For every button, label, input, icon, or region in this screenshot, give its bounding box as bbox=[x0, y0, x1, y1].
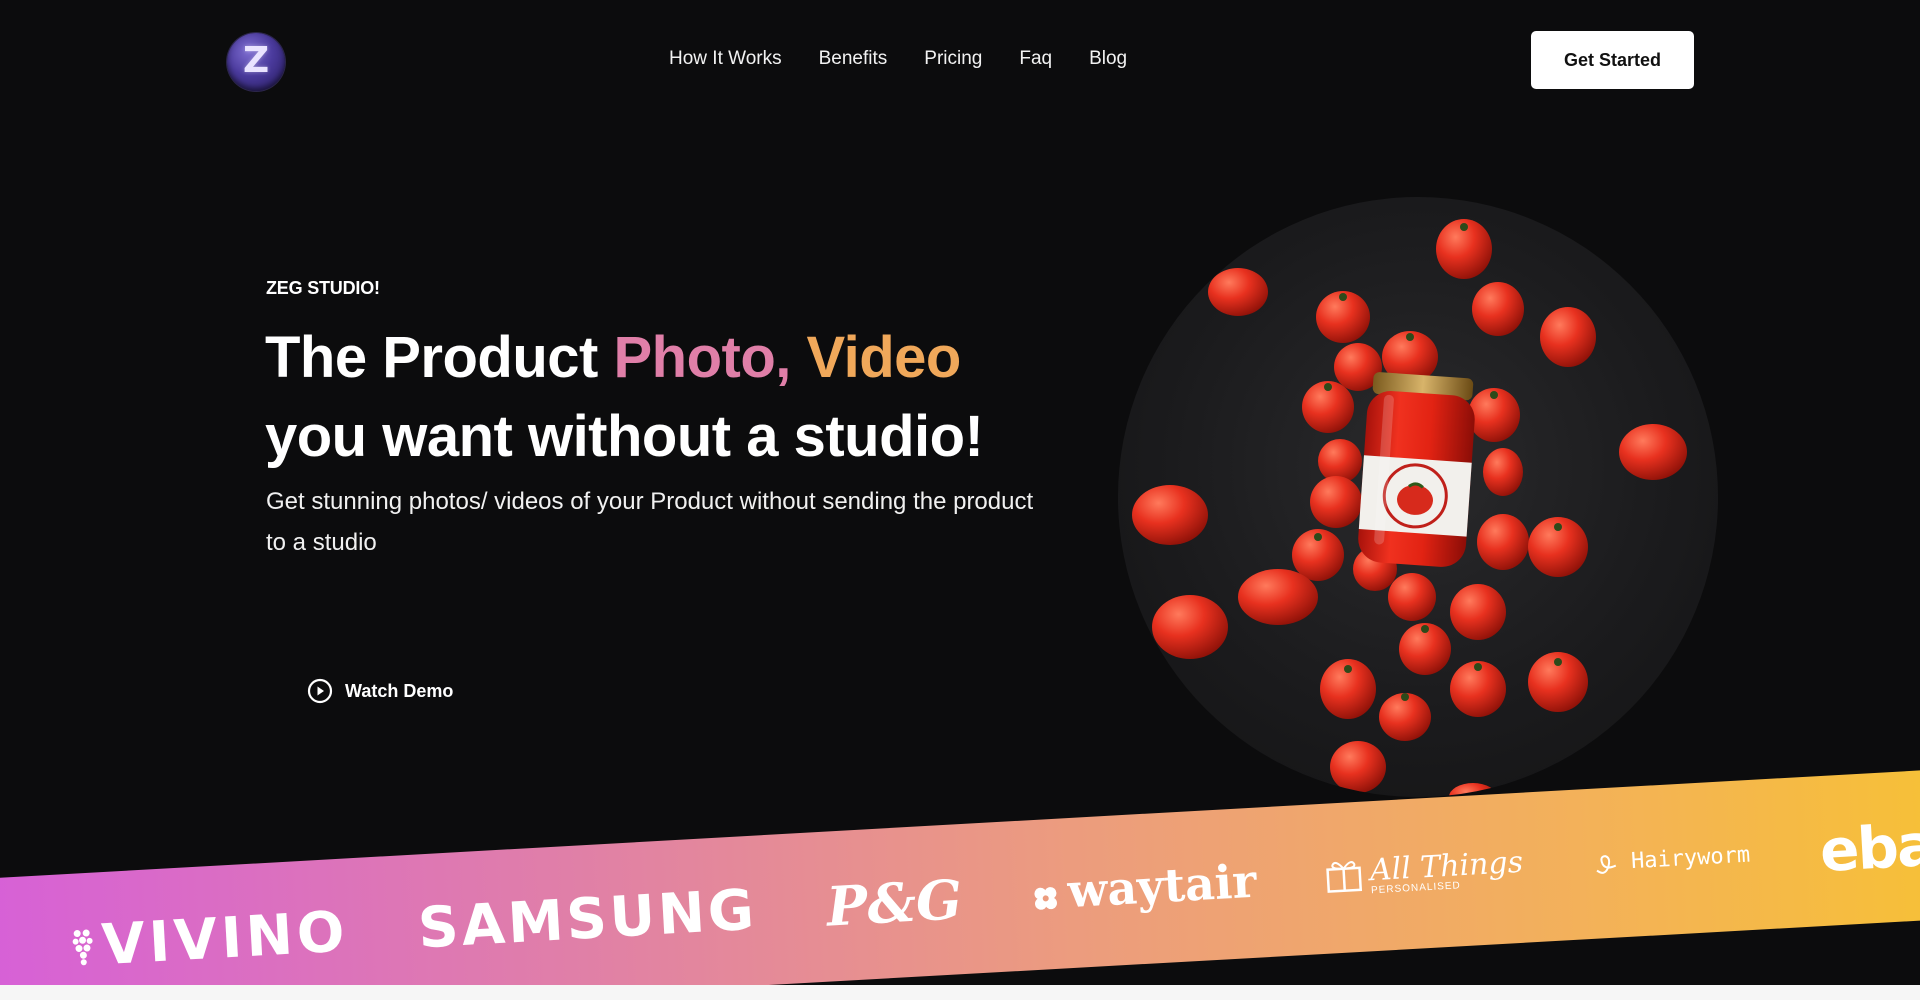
brand-vivino: VIVINO bbox=[70, 899, 350, 978]
watch-demo-button[interactable]: Watch Demo bbox=[307, 678, 453, 704]
brand-allthings: All Things PERSONALISED bbox=[1325, 845, 1524, 899]
logo-letter: Z bbox=[242, 40, 270, 81]
hero-headline: The Product Photo, Video you want withou… bbox=[265, 318, 1065, 476]
pinwheel-icon bbox=[1031, 873, 1062, 920]
nav-how-it-works[interactable]: How It Works bbox=[669, 46, 782, 72]
brand-wayfair-text: waytair bbox=[1066, 853, 1258, 919]
brand-hairyworm: Hairyworm bbox=[1592, 838, 1751, 882]
headline-text: The Product bbox=[265, 325, 614, 390]
gift-icon bbox=[1325, 858, 1363, 898]
headline-video: Video bbox=[806, 325, 961, 390]
grape-icon bbox=[71, 921, 96, 978]
watch-demo-label: Watch Demo bbox=[345, 680, 454, 701]
headline-line2: you want without a studio! bbox=[265, 404, 984, 469]
hero-subtext: Get stunning photos/ videos of your Prod… bbox=[266, 488, 1034, 556]
nav-blog[interactable]: Blog bbox=[1089, 46, 1127, 72]
brand-banner: VIVINO SAMSUNG P&G waytair All Things PE… bbox=[0, 767, 1920, 1000]
logo[interactable]: Z bbox=[227, 33, 285, 91]
main-nav: How It Works Benefits Pricing Faq Blog bbox=[669, 46, 1164, 72]
tomato-jar-photo-icon bbox=[1132, 219, 1687, 797]
page: Z How It Works Benefits Pricing Faq Blog… bbox=[0, 0, 1920, 1000]
brand-ebay: ebay bbox=[1818, 808, 1920, 886]
nav-benefits[interactable]: Benefits bbox=[819, 46, 888, 72]
brand-vivino-text: VIVINO bbox=[100, 899, 351, 978]
worm-icon bbox=[1592, 845, 1624, 882]
page-bottom-edge bbox=[0, 985, 1920, 1000]
get-started-button[interactable]: Get Started bbox=[1531, 31, 1694, 89]
sauce-jar bbox=[1358, 372, 1475, 567]
hero-product-image bbox=[1118, 197, 1718, 797]
brand-allthings-text: All Things PERSONALISED bbox=[1369, 845, 1524, 896]
headline-photo: Photo, bbox=[613, 325, 807, 390]
brand-wayfair: waytair bbox=[1030, 854, 1258, 920]
brand-samsung: SAMSUNG bbox=[416, 877, 759, 962]
brand-hairyworm-text: Hairyworm bbox=[1630, 842, 1751, 874]
nav-pricing[interactable]: Pricing bbox=[924, 46, 982, 72]
hero-eyebrow: ZEG STUDIO! bbox=[266, 278, 380, 298]
nav-faq[interactable]: Faq bbox=[1019, 46, 1052, 72]
brand-pg: P&G bbox=[824, 867, 964, 939]
play-circle-icon bbox=[307, 678, 333, 704]
